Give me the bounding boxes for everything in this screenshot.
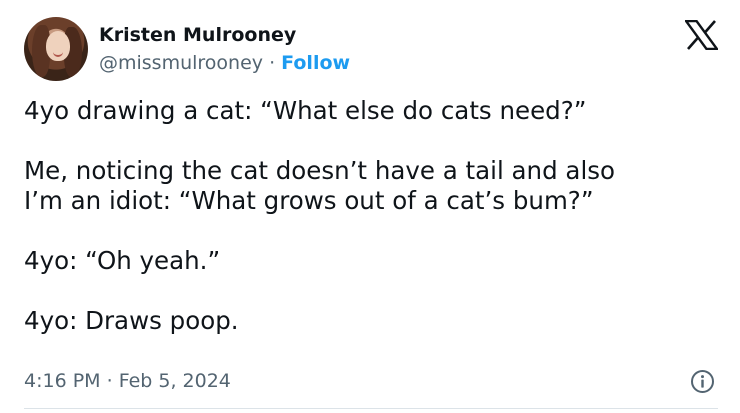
tweet-timestamp[interactable]: 4:16 PM · Feb 5, 2024 <box>24 370 231 392</box>
tweet-time: 4:16 PM <box>24 370 101 392</box>
timestamp-separator: · <box>100 370 119 392</box>
avatar[interactable] <box>24 17 88 81</box>
author-name[interactable]: Kristen Mulrooney <box>99 24 296 46</box>
tweet-paragraph: 4yo: “Oh yeah.” <box>24 246 221 275</box>
handle-separator: · <box>263 52 282 74</box>
divider <box>24 408 718 409</box>
tweet-text: 4yo drawing a cat: “What else do cats ne… <box>24 96 724 336</box>
x-logo-icon[interactable] <box>685 20 718 50</box>
tweet-card: Kristen Mulrooney @missmulrooney · Follo… <box>0 0 740 413</box>
tweet-paragraph: 4yo drawing a cat: “What else do cats ne… <box>24 96 587 125</box>
author-handle[interactable]: @missmulrooney <box>99 52 263 74</box>
follow-button[interactable]: Follow <box>281 52 350 74</box>
info-icon[interactable] <box>690 369 715 394</box>
tweet-date: Feb 5, 2024 <box>118 370 231 392</box>
tweet-paragraph: Me, noticing the cat doesn’t have a tail… <box>24 156 616 215</box>
author-handle-row: @missmulrooney · Follow <box>99 52 350 74</box>
tweet-paragraph: 4yo: Draws poop. <box>24 306 239 335</box>
